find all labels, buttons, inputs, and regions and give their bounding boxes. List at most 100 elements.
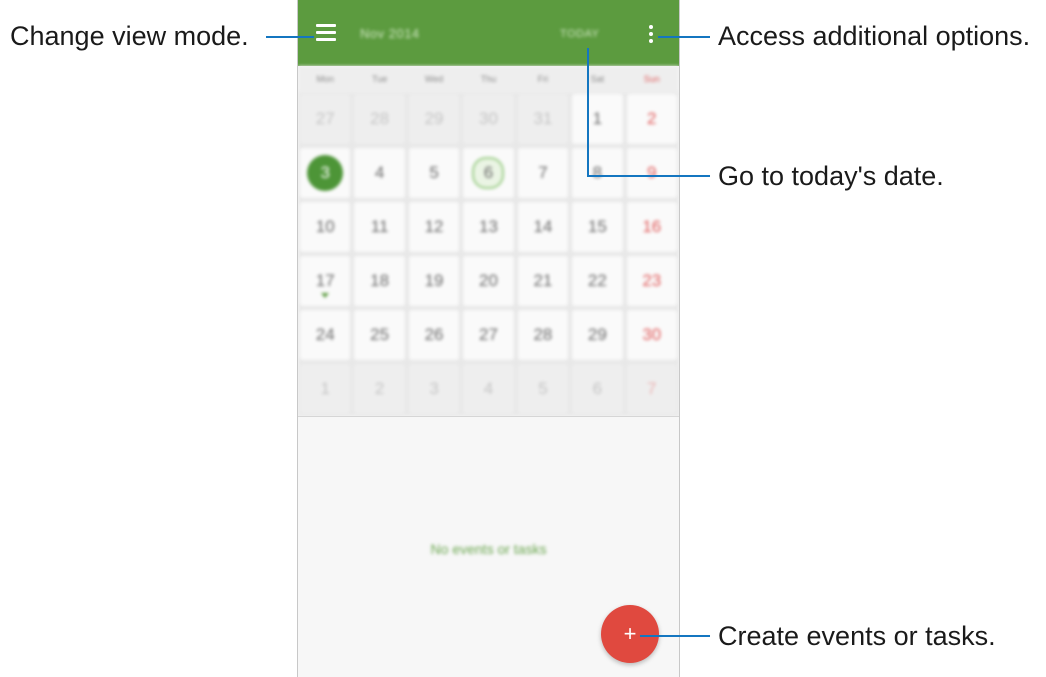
calendar-app-screen: Nov 2014 TODAY Mon Tue Wed Thu Fri Sat Sun 27 2…: [297, 0, 680, 677]
callout-today-leader-horizontal: [587, 175, 710, 177]
day-cell[interactable]: 1: [300, 364, 351, 414]
day-number: 12: [424, 217, 444, 236]
day-cell[interactable]: 7: [626, 364, 677, 414]
day-cell[interactable]: 31: [517, 94, 569, 144]
day-number: 29: [424, 109, 444, 128]
day-number: 20: [479, 271, 498, 290]
day-number: 4: [483, 379, 494, 398]
hamburger-menu-icon-bar: [316, 31, 336, 34]
weekday-label: Thu: [480, 74, 497, 84]
day-cell[interactable]: 1: [572, 94, 623, 144]
today-button[interactable]: TODAY: [560, 28, 599, 40]
day-cell[interactable]: 12: [408, 202, 460, 252]
month-title: Nov 2014: [360, 26, 420, 41]
day-number: 21: [533, 271, 553, 290]
day-number: 31: [533, 109, 553, 128]
create-event-button[interactable]: +: [601, 605, 659, 663]
day-number: 26: [424, 325, 444, 344]
day-number: 1: [592, 109, 603, 128]
month-grid: 27 28 29 30 31 1 2 3 4 5 6 7 8 9 10 11 12 13 14 15 16 17 18 19 2…: [298, 92, 679, 416]
weekday-label: Sat: [590, 74, 605, 84]
day-number: 9: [647, 163, 657, 182]
day-number: 27: [315, 109, 335, 128]
weekday-label: Fri: [537, 74, 549, 84]
day-cell[interactable]: 4: [463, 364, 514, 414]
day-number: 17: [315, 271, 335, 290]
day-number: 5: [429, 163, 439, 182]
day-cell[interactable]: 29: [572, 310, 623, 360]
day-number: 14: [533, 217, 553, 236]
day-cell[interactable]: 3: [300, 148, 351, 198]
day-number: 8: [592, 163, 603, 182]
day-cell[interactable]: 19: [408, 256, 460, 306]
day-cell[interactable]: 17: [300, 256, 351, 306]
callout-more-options-leader: [658, 36, 710, 38]
callout-today-leader-vertical: [587, 48, 589, 177]
day-cell[interactable]: 22: [572, 256, 623, 306]
day-cell[interactable]: 2: [626, 94, 677, 144]
day-cell[interactable]: 27: [300, 94, 351, 144]
day-number: 28: [533, 325, 553, 344]
day-number: 27: [479, 325, 498, 344]
callout-view-mode-leader: [266, 36, 314, 38]
plus-icon: +: [623, 621, 637, 646]
callout-today: Go to today's date.: [718, 161, 944, 191]
day-number: 6: [592, 379, 603, 398]
day-cell[interactable]: 24: [300, 310, 351, 360]
weekday-label: Wed: [424, 74, 444, 84]
day-cell[interactable]: 6: [572, 364, 623, 414]
day-cell[interactable]: 5: [517, 364, 569, 414]
day-cell[interactable]: 30: [626, 310, 677, 360]
day-number: 1: [320, 379, 330, 398]
day-cell[interactable]: 14: [517, 202, 569, 252]
day-number: 3: [429, 379, 439, 398]
day-number: 25: [370, 325, 390, 344]
day-number: 11: [370, 217, 389, 236]
day-cell[interactable]: 9: [626, 148, 677, 198]
day-number: 23: [642, 271, 662, 290]
day-number: 5: [538, 379, 548, 398]
day-cell[interactable]: 15: [572, 202, 623, 252]
day-cell[interactable]: 7: [517, 148, 569, 198]
day-cell[interactable]: 23: [626, 256, 677, 306]
weekday-label: Sun: [643, 74, 660, 84]
day-cell[interactable]: 28: [354, 94, 405, 144]
day-cell[interactable]: 21: [517, 256, 569, 306]
day-number: 24: [315, 325, 335, 344]
day-cell[interactable]: 18: [354, 256, 405, 306]
day-cell[interactable]: 28: [517, 310, 569, 360]
day-cell[interactable]: 5: [408, 148, 460, 198]
day-cell[interactable]: 11: [354, 202, 405, 252]
vertical-dots-icon-dot: [649, 39, 653, 43]
day-cell[interactable]: 29: [408, 94, 460, 144]
day-cell[interactable]: 26: [408, 310, 460, 360]
day-cell[interactable]: 16: [626, 202, 677, 252]
day-cell[interactable]: 30: [463, 94, 514, 144]
event-marker-icon: [321, 293, 330, 298]
callout-create: Create events or tasks.: [718, 621, 996, 651]
day-cell[interactable]: 4: [354, 148, 405, 198]
day-number: 28: [370, 109, 390, 128]
more-options-button[interactable]: [646, 23, 656, 45]
vertical-dots-icon-dot: [649, 32, 653, 36]
day-number: 15: [587, 217, 607, 236]
day-cell[interactable]: 13: [463, 202, 514, 252]
day-cell[interactable]: 25: [354, 310, 405, 360]
day-cell[interactable]: 8: [572, 148, 623, 198]
hamburger-menu-icon: [316, 24, 336, 27]
weekday-label: Mon: [316, 74, 334, 84]
view-mode-button[interactable]: [316, 24, 338, 42]
day-number: 13: [479, 217, 498, 236]
weekday-label: Tue: [372, 74, 388, 84]
day-cell[interactable]: 10: [300, 202, 351, 252]
day-number: 30: [479, 109, 498, 128]
day-number: 10: [315, 217, 335, 236]
day-number: 29: [587, 325, 607, 344]
day-number: 7: [647, 379, 657, 398]
day-cell[interactable]: 2: [354, 364, 405, 414]
day-cell[interactable]: 27: [463, 310, 514, 360]
day-cell[interactable]: 6: [463, 148, 514, 198]
day-cell[interactable]: 3: [408, 364, 460, 414]
day-number: 19: [424, 271, 444, 290]
day-cell[interactable]: 20: [463, 256, 514, 306]
